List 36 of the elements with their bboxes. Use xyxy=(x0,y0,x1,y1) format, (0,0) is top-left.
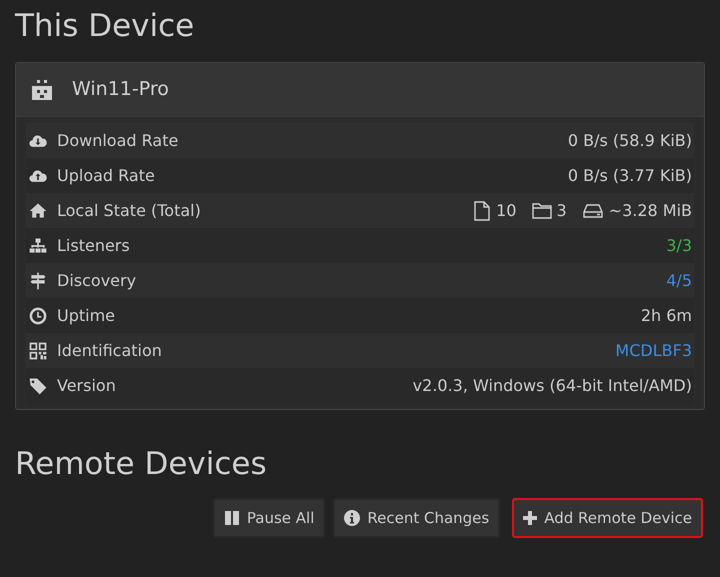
folder-count: 3 xyxy=(556,200,567,222)
row-value: 3/3 xyxy=(666,234,692,256)
device-name: Win11-Pro xyxy=(72,77,169,102)
row-value: MCDLBF3 xyxy=(615,340,692,362)
row-label: Upload Rate xyxy=(57,164,155,186)
plus-icon xyxy=(523,511,538,525)
section-heading: This Device xyxy=(15,7,194,46)
file-count: 10 xyxy=(496,200,516,222)
row-value: 4/5 xyxy=(666,270,692,292)
row-value: v2.0.3, Windows (64-bit Intel/AMD) xyxy=(412,374,692,396)
toolbar-button[interactable]: Pause All xyxy=(212,498,326,538)
row-label: Discovery xyxy=(57,270,136,292)
row-label: Listeners xyxy=(57,234,130,256)
sitemap-icon xyxy=(28,236,48,256)
drive-icon xyxy=(582,204,603,218)
folder-icon xyxy=(532,202,552,218)
pause-icon xyxy=(224,510,240,526)
robot-icon xyxy=(30,78,54,102)
toolbar-button[interactable]: Add Remote Device xyxy=(512,498,703,538)
signpost-icon xyxy=(28,270,48,290)
row-label: Identification xyxy=(57,340,162,362)
row-label: Local State (Total) xyxy=(57,200,201,222)
info-icon xyxy=(344,510,360,526)
file-icon xyxy=(474,200,490,220)
section-heading: Remote Devices xyxy=(15,445,267,484)
total-size: ~3.28 MiB xyxy=(608,200,692,222)
row-value: 0 B/s (3.77 KiB) xyxy=(568,164,692,186)
qr-code-icon xyxy=(28,340,48,360)
row-label: Version xyxy=(57,374,116,396)
row-value: 0 B/s (58.9 KiB) xyxy=(568,130,692,152)
toolbar-button[interactable]: Recent Changes xyxy=(333,498,500,538)
row-label: Download Rate xyxy=(57,130,178,152)
home-icon xyxy=(28,200,48,220)
row-label: Uptime xyxy=(57,304,116,326)
row-value: 2h 6m xyxy=(640,304,692,326)
clock-icon xyxy=(28,306,48,326)
